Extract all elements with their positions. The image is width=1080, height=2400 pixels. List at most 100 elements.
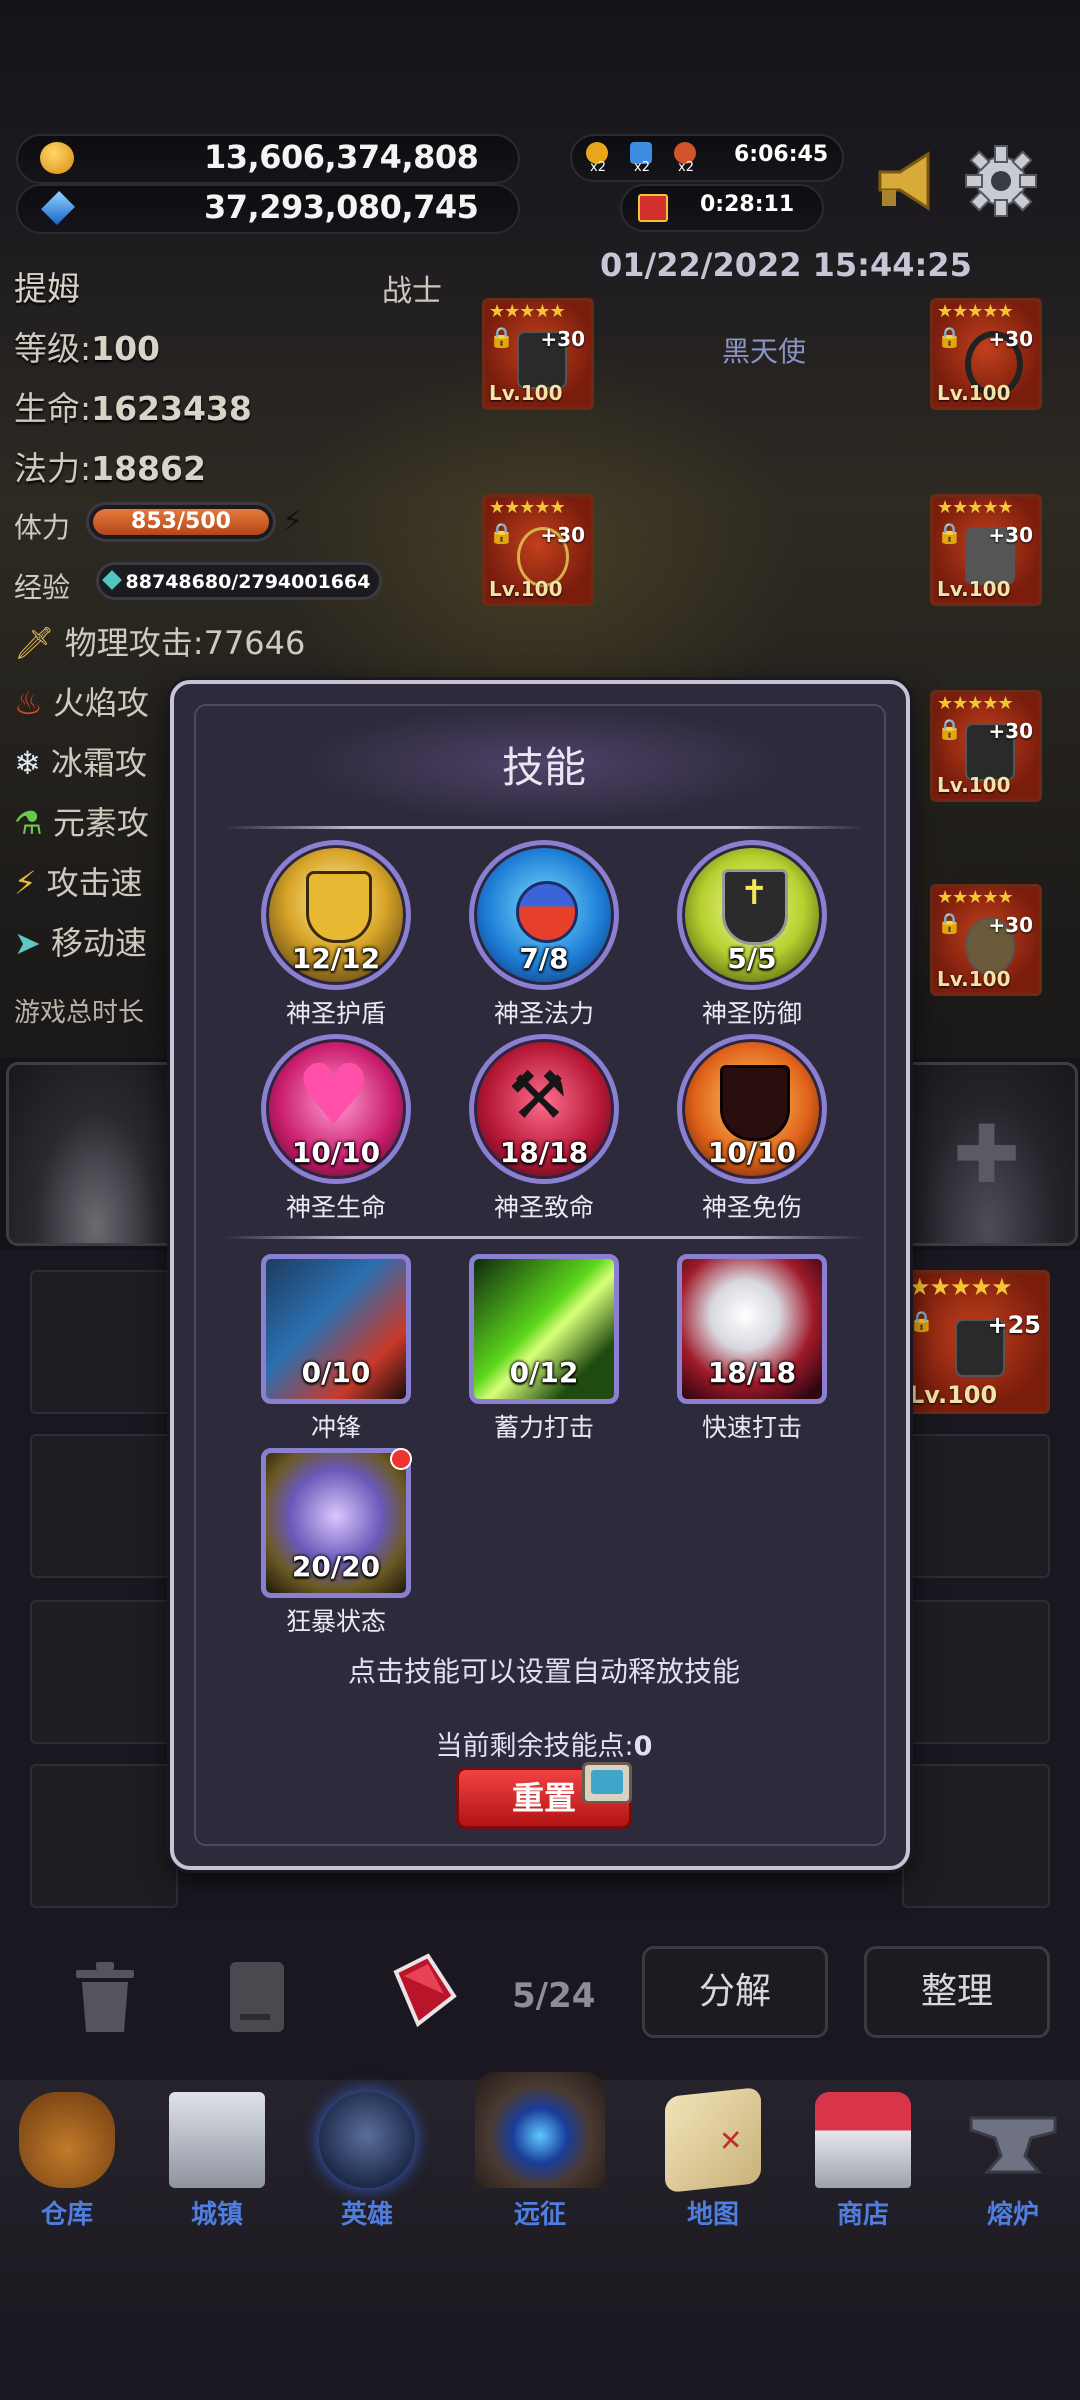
hero-mp: 法力:18862 [14, 442, 206, 490]
skill-level: 12/12 [291, 942, 381, 975]
decompose-button[interactable]: 分解 [642, 1946, 828, 2038]
inventory-slot[interactable] [30, 1434, 178, 1578]
enhance-level: +25 [987, 1311, 1041, 1339]
item-level: Lv.100 [489, 577, 563, 601]
level-label: 等级: [14, 329, 92, 368]
shop-icon [815, 2092, 911, 2188]
nav-town[interactable]: 城镇 [152, 2092, 282, 2231]
attribute-row: ⚡ 攻击速 [14, 858, 143, 904]
divider [224, 1236, 864, 1239]
charge-knight-icon: 0/10 [261, 1254, 411, 1404]
attribute-text: 火焰攻 [52, 684, 149, 722]
inventory-slot[interactable] [902, 1764, 1050, 1908]
skill-swift-strike[interactable]: 18/18 快速打击 [672, 1254, 832, 1444]
skill-name: 冲锋 [310, 1413, 361, 1442]
star-rating: ★★★★★ [937, 887, 1014, 908]
stamina-label: 体力 [14, 511, 71, 544]
anvil-icon [965, 2092, 1061, 2188]
equipment-slot-helmet[interactable]: ★★★★★ 🔒 +30 Lv.100 [482, 298, 594, 410]
potion-icon: ⚗ [14, 804, 43, 842]
nav-forge[interactable]: 熔炉 [948, 2092, 1078, 2231]
skill-berserk[interactable]: 20/20 狂暴状态 [256, 1448, 416, 1638]
gold-currency-bar: 13,606,374,808 [16, 134, 520, 184]
hp-label: 生命: [14, 389, 92, 428]
skill-level: 18/18 [499, 1136, 589, 1169]
enhance-level: +30 [988, 327, 1033, 351]
item-level: Lv.100 [937, 577, 1011, 601]
inventory-slot[interactable] [902, 1434, 1050, 1578]
skill-holy-critical[interactable]: ⚒ 18/18 神圣致命 [464, 1034, 624, 1224]
inventory-item-gloves[interactable]: ★★★★★ 🔒 +25 Lv.100 [902, 1270, 1050, 1414]
gem-currency-bar: 37,293,080,745 [16, 184, 520, 234]
equipment-slot-boots[interactable]: ★★★★★ 🔒 +30 Lv.100 [930, 690, 1042, 802]
nav-warehouse[interactable]: 仓库 [2, 2092, 132, 2231]
skill-name: 蓄力打击 [493, 1413, 594, 1442]
hero-roster-card-active[interactable] [6, 1062, 186, 1246]
nav-hero[interactable]: 英雄 [302, 2092, 432, 2231]
inventory-slot[interactable] [30, 1764, 178, 1908]
lightning-icon: ⚡ [14, 864, 37, 902]
helmet-icon [319, 2092, 415, 2188]
skill-points-value: 0 [633, 1731, 653, 1762]
boost-bar[interactable]: x2 x2 x2 6:06:45 [570, 134, 844, 182]
equipment-slot-necklace[interactable]: ★★★★★ 🔒 +30 Lv.100 [482, 494, 594, 606]
skill-holy-life[interactable]: ♥ 10/10 神圣生命 [256, 1034, 416, 1224]
skill-name: 神圣生命 [285, 1193, 386, 1222]
snowflake-icon: ❄ [14, 744, 41, 782]
boost-multiplier: x2 [634, 160, 650, 175]
lock-icon: 🔒 [937, 325, 962, 349]
star-rating: ★★★★★ [937, 497, 1014, 518]
megaphone-icon[interactable] [872, 146, 942, 216]
crossed-hammers-icon: ⚒ 18/18 [469, 1034, 619, 1184]
lock-icon: 🔒 [937, 521, 962, 545]
attribute-row: ➤ 移动速 [14, 918, 147, 964]
equipment-slot-armor[interactable]: ★★★★★ 🔒 +30 Lv.100 [930, 494, 1042, 606]
enhance-level: +30 [540, 327, 585, 351]
mp-value: 18862 [91, 449, 206, 488]
exp-bar: 88748680/2794001664 [96, 562, 382, 600]
nav-map[interactable]: ✕ 地图 [648, 2086, 778, 2231]
settings-gear-icon[interactable] [962, 142, 1040, 220]
mana-potion-icon: 7/8 [469, 840, 619, 990]
blue-gem-icon [41, 191, 75, 225]
inventory-slot[interactable] [902, 1600, 1050, 1744]
book-icon[interactable] [226, 1958, 288, 2036]
inventory-slot[interactable] [30, 1600, 178, 1744]
gold-coin-icon [40, 142, 74, 174]
map-icon: ✕ [665, 2086, 761, 2194]
skill-power-strike[interactable]: 0/12 蓄力打击 [464, 1254, 624, 1444]
attribute-text: 移动速 [50, 924, 147, 962]
lion-shield-icon: 12/12 [261, 840, 411, 990]
heart-shape: ♥ [296, 1046, 372, 1144]
attribute-text: 冰霜攻 [50, 744, 147, 782]
skill-holy-shield[interactable]: 12/12 神圣护盾 [256, 840, 416, 1030]
equipment-slot-ring[interactable]: ★★★★★ 🔒 +30 Lv.100 [930, 298, 1042, 410]
skill-holy-defense[interactable]: ✝ 5/5 神圣防御 [672, 840, 832, 1030]
lion-emblem [306, 871, 372, 943]
heart-icon: ♥ 10/10 [261, 1034, 411, 1184]
gold-amount: 13,606,374,808 [204, 138, 479, 176]
potion-bottle [516, 881, 578, 943]
gift-bar[interactable]: 0:28:11 [620, 184, 824, 232]
lock-icon: 🔒 [937, 911, 962, 935]
add-hero-plus-icon: ✚ [953, 1108, 1021, 1201]
exp-diamond-icon [102, 570, 122, 590]
skill-holy-mana[interactable]: 7/8 神圣法力 [464, 840, 624, 1030]
auto-cast-hint: 点击技能可以设置自动释放技能 [347, 1655, 740, 1688]
inventory-slot[interactable] [30, 1270, 178, 1414]
lock-icon: 🔒 [909, 1309, 934, 1333]
hero-roster-card-empty[interactable]: ✚ [900, 1062, 1078, 1246]
modal-title: 技能 [501, 743, 586, 792]
trash-icon[interactable] [70, 1960, 140, 2036]
attribute-text: 攻击速 [46, 864, 143, 902]
skill-holy-immunity[interactable]: 10/10 神圣免伤 [672, 1034, 832, 1224]
nav-shop[interactable]: 商店 [798, 2092, 928, 2231]
boost-multiplier: x2 [590, 160, 606, 175]
equipment-slot-shield[interactable]: ★★★★★ 🔒 +30 Lv.100 [930, 884, 1042, 996]
skill-charge[interactable]: 0/10 冲锋 [256, 1254, 416, 1444]
swift-strike-icon: 18/18 [677, 1254, 827, 1404]
video-ad-icon[interactable] [582, 1762, 632, 1804]
nav-expedition[interactable]: 远征 [474, 2072, 606, 2231]
enhance-level: +30 [988, 913, 1033, 937]
sort-button[interactable]: 整理 [864, 1946, 1050, 2038]
